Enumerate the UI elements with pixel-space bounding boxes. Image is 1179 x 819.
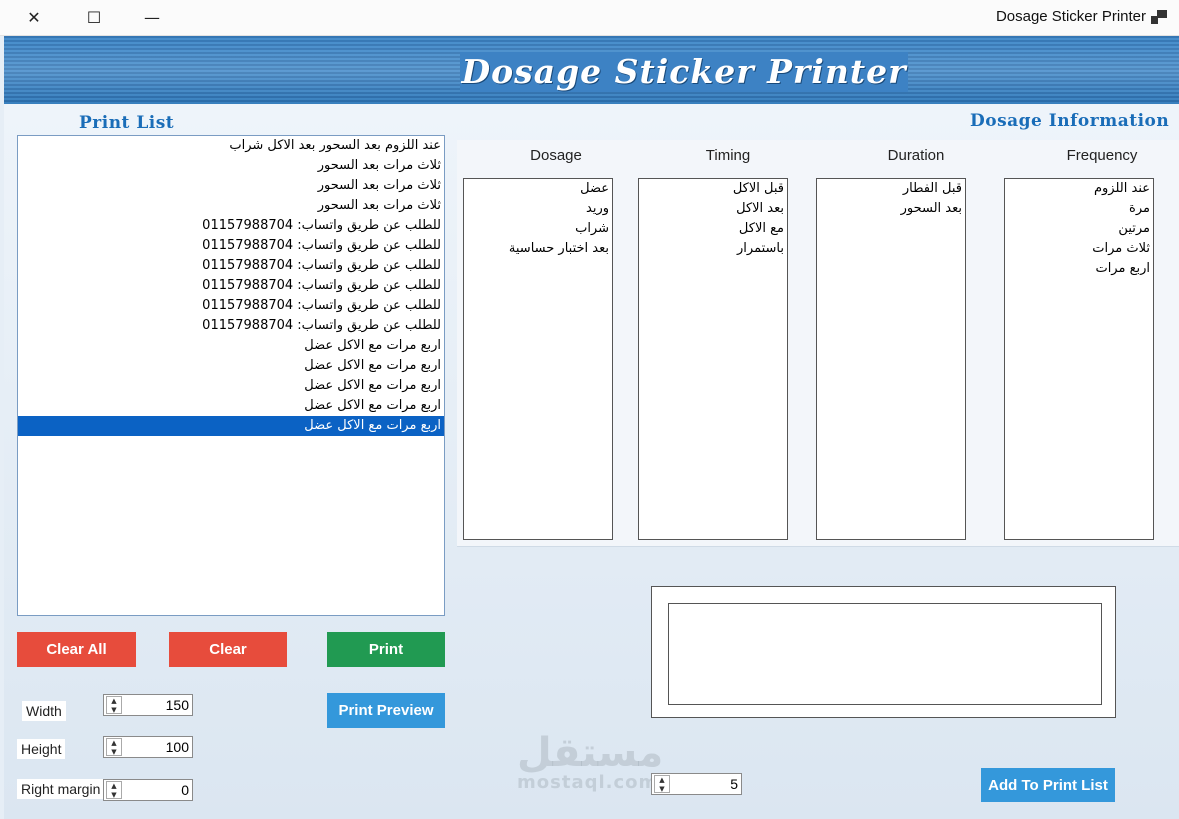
watermark-arabic: مستقل xyxy=(517,730,664,776)
duration-list-item[interactable]: بعد السحور xyxy=(817,199,965,219)
print-list-item[interactable]: اربع مرات مع الاكل عضل xyxy=(18,336,444,356)
timing-list-item[interactable]: قبل الاكل xyxy=(639,179,787,199)
print-list-item[interactable]: للطلب عن طريق واتساب: 01157988704 xyxy=(18,316,444,336)
sticker-preview xyxy=(668,603,1102,705)
maximize-icon: ☐ xyxy=(86,7,102,27)
dosage-list[interactable]: عضل وريد شراب بعد اختبار حساسية xyxy=(463,178,613,540)
width-spin-arrows[interactable]: ▲ ▼ xyxy=(106,696,122,714)
print-list-item[interactable]: للطلب عن طريق واتساب: 01157988704 xyxy=(18,256,444,276)
spin-up-icon[interactable]: ▲ xyxy=(107,739,121,747)
copies-spin-arrows[interactable]: ▲ ▼ xyxy=(654,775,670,793)
duration-header: Duration xyxy=(887,147,945,164)
minimize-window-button[interactable]: — xyxy=(128,0,176,34)
dosage-list-item[interactable]: عضل xyxy=(464,179,612,199)
spin-down-icon[interactable]: ▼ xyxy=(107,791,121,799)
close-icon: ✕ xyxy=(27,7,41,27)
frequency-list[interactable]: عند اللزوم مرة مرتين ثلاث مرات اربع مرات xyxy=(1004,178,1154,540)
print-list-title: Print List xyxy=(79,113,175,133)
frequency-list-item[interactable]: ثلاث مرات xyxy=(1005,239,1153,259)
timing-list-item[interactable]: بعد الاكل xyxy=(639,199,787,219)
print-list-item[interactable]: عند اللزوم بعد السحور بعد الاكل شراب xyxy=(18,136,444,156)
duration-list[interactable]: قبل الفطار بعد السحور xyxy=(816,178,966,540)
duration-list-item[interactable]: قبل الفطار xyxy=(817,179,965,199)
print-list-item[interactable]: ثلاث مرات بعد السحور xyxy=(18,196,444,216)
spin-down-icon[interactable]: ▼ xyxy=(655,785,669,793)
dosage-list-item[interactable]: بعد اختبار حساسية xyxy=(464,239,612,259)
clear-button[interactable]: Clear xyxy=(169,632,287,667)
dosage-information-title: Dosage Information xyxy=(970,111,1170,131)
watermark: مستقل mostaql.com xyxy=(517,730,663,793)
print-list-item[interactable]: اربع مرات مع الاكل عضل xyxy=(18,376,444,396)
print-preview-button[interactable]: Print Preview xyxy=(327,693,445,728)
spin-up-icon[interactable]: ▲ xyxy=(107,782,121,790)
width-label: Width xyxy=(22,701,66,721)
timing-list[interactable]: قبل الاكل بعد الاكل مع الاكل باستمرار xyxy=(638,178,788,540)
print-list-item[interactable]: ثلاث مرات بعد السحور xyxy=(18,176,444,196)
title-bar: ✕ ☐ — Dosage Sticker Printer xyxy=(0,0,1179,36)
print-list-item[interactable]: اربع مرات مع الاكل عضل xyxy=(18,356,444,376)
frequency-list-item[interactable]: مرة xyxy=(1005,199,1153,219)
spin-down-icon[interactable]: ▼ xyxy=(107,748,121,756)
window-title: Dosage Sticker Printer xyxy=(995,8,1146,25)
print-list-item[interactable]: للطلب عن طريق واتساب: 01157988704 xyxy=(18,296,444,316)
print-list-item[interactable]: ثلاث مرات بعد السحور xyxy=(18,156,444,176)
height-value: 100 xyxy=(165,739,189,755)
minimize-icon: — xyxy=(144,7,160,27)
header-banner: Dosage Sticker Printer xyxy=(4,36,1179,104)
spin-down-icon[interactable]: ▼ xyxy=(107,706,121,714)
timing-list-item[interactable]: باستمرار xyxy=(639,239,787,259)
frequency-list-item[interactable]: اربع مرات xyxy=(1005,259,1153,279)
close-window-button[interactable]: ✕ xyxy=(10,0,58,34)
frequency-list-item[interactable]: مرتين xyxy=(1005,219,1153,239)
dosage-list-item[interactable]: شراب xyxy=(464,219,612,239)
frequency-header: Frequency xyxy=(1066,147,1138,164)
dosage-list-item[interactable]: وريد xyxy=(464,199,612,219)
height-spinner[interactable]: ▲ ▼ 100 xyxy=(103,736,193,758)
spin-up-icon[interactable]: ▲ xyxy=(107,697,121,705)
print-list-item[interactable]: للطلب عن طريق واتساب: 01157988704 xyxy=(18,216,444,236)
sticker-preview-frame xyxy=(651,586,1116,718)
spin-up-icon[interactable]: ▲ xyxy=(655,776,669,784)
print-list-item[interactable]: للطلب عن طريق واتساب: 01157988704 xyxy=(18,276,444,296)
print-list[interactable]: عند اللزوم بعد السحور بعد الاكل شراب ثلاث… xyxy=(17,135,445,616)
right-margin-label: Right margin xyxy=(17,779,105,799)
timing-list-item[interactable]: مع الاكل xyxy=(639,219,787,239)
print-button[interactable]: Print xyxy=(327,632,445,667)
right-margin-spin-arrows[interactable]: ▲ ▼ xyxy=(106,781,122,799)
height-label: Height xyxy=(17,739,66,759)
banner-title: Dosage Sticker Printer xyxy=(460,52,908,92)
clear-all-button[interactable]: Clear All xyxy=(17,632,136,667)
frequency-list-item[interactable]: عند اللزوم xyxy=(1005,179,1153,199)
width-value: 150 xyxy=(165,697,189,713)
print-list-item[interactable]: للطلب عن طريق واتساب: 01157988704 xyxy=(18,236,444,256)
copies-value: 5 xyxy=(730,776,738,792)
right-margin-value: 0 xyxy=(181,782,189,798)
watermark-latin: mostaql.com xyxy=(517,772,659,793)
timing-header: Timing xyxy=(705,147,751,164)
height-spin-arrows[interactable]: ▲ ▼ xyxy=(106,738,122,756)
right-margin-spinner[interactable]: ▲ ▼ 0 xyxy=(103,779,193,801)
width-spinner[interactable]: ▲ ▼ 150 xyxy=(103,694,193,716)
add-to-print-list-button[interactable]: Add To Print List xyxy=(981,768,1115,802)
print-list-item[interactable]: اربع مرات مع الاكل عضل xyxy=(18,396,444,416)
app-icon xyxy=(1151,10,1167,24)
print-list-item[interactable]: اربع مرات مع الاكل عضل xyxy=(18,416,444,436)
maximize-window-button[interactable]: ☐ xyxy=(70,0,118,34)
copies-spinner[interactable]: ▲ ▼ 5 xyxy=(651,773,742,795)
dosage-header: Dosage xyxy=(530,147,582,164)
